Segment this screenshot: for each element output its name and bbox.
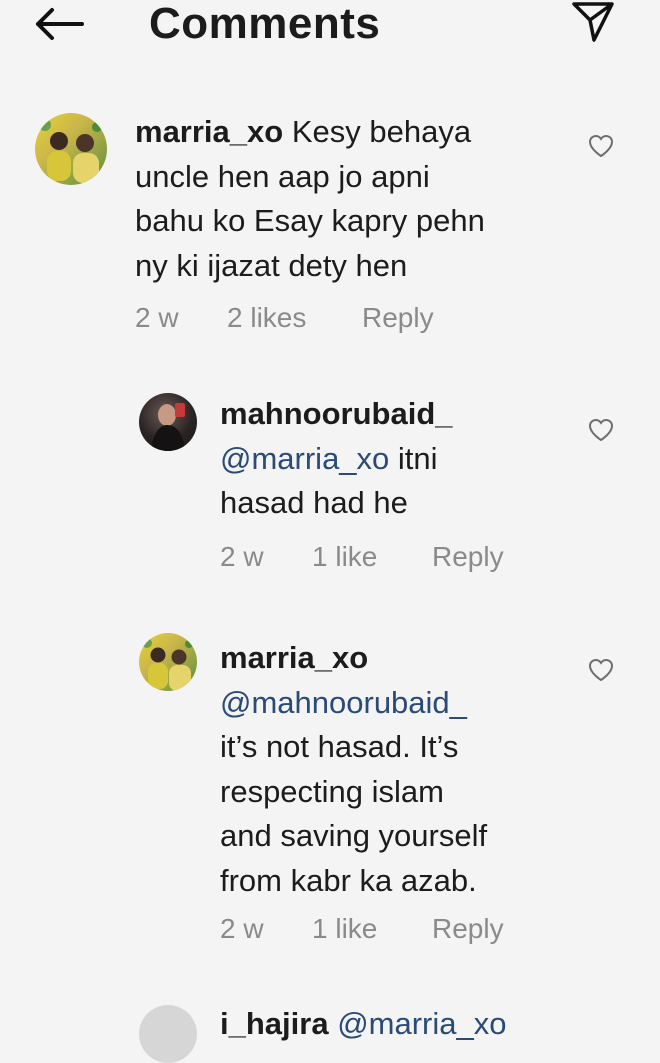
comment-meta: 2 w 1 like Reply [220,913,540,949]
comment-body: respecting islam [220,773,444,809]
likes-count[interactable]: 1 like [312,913,377,945]
likes-count[interactable]: 1 like [312,541,377,573]
comment-username[interactable]: mahnoorubaid_ [220,396,453,431]
comment-body: bahu ko Esay kapry pehn [135,203,485,238]
reply-button[interactable]: Reply [362,302,434,334]
send-icon[interactable] [570,0,616,44]
mention-link[interactable]: @mahnoorubaid_ [220,685,467,720]
avatar[interactable] [139,393,197,451]
comment-meta: 2 w 2 likes Reply [135,302,495,338]
comment-body: itni [397,440,438,476]
reply-button[interactable]: Reply [432,541,504,573]
heart-icon[interactable] [587,417,615,443]
likes-count[interactable]: 2 likes [227,302,306,334]
comment-body: and saving yourself [220,818,488,853]
mention-link[interactable]: @marria_xo [220,441,389,476]
header-bar: Comments [0,0,660,60]
comment-meta: 2 w 1 like Reply [220,541,540,577]
comment-username[interactable]: marria_xo [135,114,283,149]
comment-body: uncle hen aap jo apni [135,158,430,194]
comment-text: marria_xo @mahnoorubaid_ it’s not hasad.… [220,636,560,903]
back-arrow-icon[interactable] [30,4,88,44]
page-title: Comments [149,0,381,48]
comment-time: 2 w [135,302,179,333]
comment-text: mahnoorubaid_ @marria_xo itni hasad had … [220,392,560,526]
comment-text: i_hajira @marria_xo [220,1002,506,1046]
heart-icon[interactable] [587,133,615,159]
comment-body: it’s not hasad. It’s [220,729,459,764]
comment-time: 2 w [220,913,264,944]
comment-text: marria_xo Kesy behaya uncle hen aap jo a… [135,110,575,288]
avatar[interactable] [35,113,107,185]
avatar[interactable] [139,1005,197,1063]
avatar[interactable] [139,633,197,691]
comment-username[interactable]: marria_xo [220,640,368,675]
comment-body: Kesy behaya [291,114,472,149]
comment-body: hasad had he [220,485,408,520]
comment-body: ny ki ijazat dety hen [135,247,408,283]
comment-body: from kabr ka azab. [220,862,477,898]
heart-icon[interactable] [587,657,615,683]
reply-button[interactable]: Reply [432,913,504,945]
comment-time: 2 w [220,541,264,572]
